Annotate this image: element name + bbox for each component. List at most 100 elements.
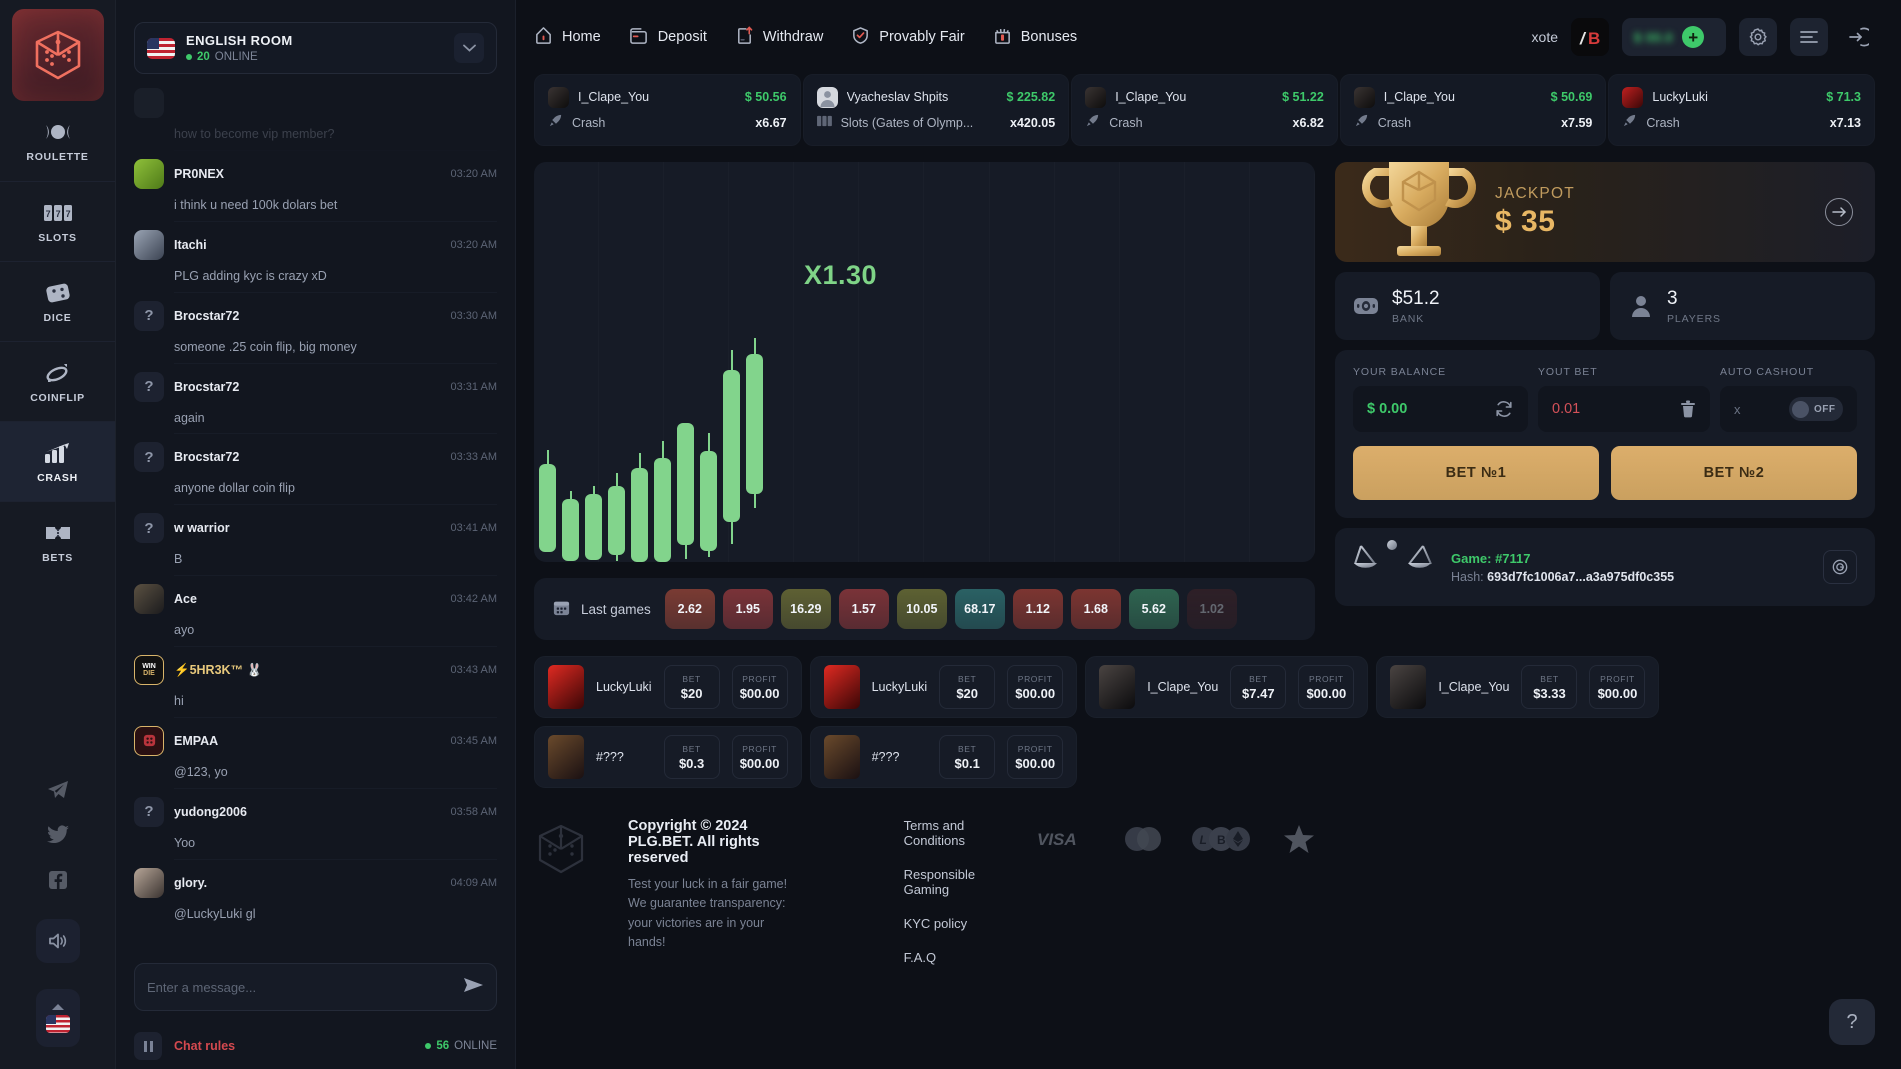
refresh-icon[interactable] bbox=[1494, 399, 1514, 419]
auto-cashout-toggle[interactable]: OFF bbox=[1789, 397, 1843, 421]
brand-logo[interactable] bbox=[11, 9, 104, 101]
us-flag-icon bbox=[45, 1015, 70, 1033]
stat-key: BET bbox=[682, 673, 701, 684]
settings-button[interactable] bbox=[1739, 18, 1777, 56]
ticker-card[interactable]: LuckyLuki $ 71.3 Crash x7.13 bbox=[1608, 74, 1875, 146]
plus-icon[interactable]: + bbox=[1682, 26, 1705, 48]
candle bbox=[654, 162, 671, 562]
chat-message: ? yudong2006 03:58 AM Yoo bbox=[134, 796, 497, 860]
ticker-amount: $ 225.82 bbox=[1006, 90, 1056, 104]
avatar bbox=[134, 229, 164, 260]
sidebar-item-label: COINFLIP bbox=[30, 391, 85, 404]
nav-withdraw[interactable]: Withdraw bbox=[735, 25, 823, 49]
chat-room-header[interactable]: ENGLISH ROOM 20 ONLINE bbox=[134, 22, 497, 74]
nav-home[interactable]: Home bbox=[534, 26, 601, 49]
chat-message-text: someone .25 coin flip, big money bbox=[174, 334, 497, 364]
last-game-chip[interactable]: 5.62 bbox=[1128, 589, 1179, 629]
last-game-chip[interactable]: 68.17 bbox=[954, 589, 1005, 629]
ticker-game: Crash bbox=[1109, 116, 1143, 130]
username[interactable]: xote bbox=[1532, 29, 1558, 45]
sidebar-item-dice[interactable]: DICE bbox=[0, 261, 115, 341]
facebook-icon[interactable] bbox=[46, 868, 70, 897]
sidebar-item-bets[interactable]: BETS bbox=[0, 501, 115, 581]
last-game-chip[interactable]: 1.95 bbox=[722, 589, 773, 629]
menu-button[interactable] bbox=[1790, 18, 1828, 56]
ticker-game-row: Crash x6.82 bbox=[1085, 110, 1324, 136]
telegram-icon[interactable] bbox=[46, 778, 70, 807]
chat-input[interactable] bbox=[147, 979, 462, 995]
logout-button[interactable] bbox=[1841, 20, 1875, 54]
auto-cashout-field[interactable]: x OFF bbox=[1720, 386, 1857, 432]
language-selector[interactable] bbox=[35, 989, 80, 1047]
menu-icon bbox=[1800, 31, 1818, 43]
bet-card[interactable]: #??? BET $0.3 PROFIT $00.00 bbox=[534, 726, 802, 788]
pause-icon[interactable] bbox=[134, 1032, 162, 1060]
footer-link-terms[interactable]: Terms and Conditions bbox=[904, 818, 997, 848]
gift-icon bbox=[993, 26, 1012, 49]
last-game-chip[interactable]: 1.57 bbox=[838, 589, 889, 629]
stat-key: PROFIT bbox=[742, 673, 777, 684]
crash-chart[interactable]: X1.30 bbox=[534, 162, 1315, 562]
toggle-switch[interactable]: OFF bbox=[1789, 397, 1843, 421]
send-icon[interactable] bbox=[462, 975, 484, 1000]
ticker-amount: $ 51.22 bbox=[1282, 90, 1324, 104]
ticker-card[interactable]: I_Clape_You $ 50.56 Crash x6.67 bbox=[534, 74, 801, 146]
avatar[interactable]: / B bbox=[1571, 18, 1609, 56]
candle-body bbox=[585, 494, 602, 560]
avatar bbox=[134, 867, 164, 898]
sidebar-item-slots[interactable]: 777 SLOTS bbox=[0, 181, 115, 261]
trash-icon[interactable] bbox=[1680, 400, 1696, 418]
sound-toggle-button[interactable] bbox=[35, 919, 80, 963]
bet-card[interactable]: I_Clape_You BET $7.47 PROFIT $00.00 bbox=[1085, 656, 1369, 718]
ticker-user-row: I_Clape_You $ 51.22 bbox=[1085, 84, 1324, 110]
footer-link-faq[interactable]: F.A.Q bbox=[904, 950, 997, 965]
verify-icon[interactable] bbox=[1823, 550, 1857, 584]
ticker-card[interactable]: Vyacheslav Shpits $ 225.82 Slots (Gates … bbox=[802, 74, 1070, 146]
candle-body bbox=[700, 451, 717, 551]
sidebar-item-roulette[interactable]: ROULETTE bbox=[0, 101, 115, 181]
rocket-icon bbox=[1085, 113, 1100, 133]
chat-message: WIN DIE ⚡5HR3K™ 🐰 03:43 AM hi bbox=[134, 655, 497, 718]
nav-bonuses[interactable]: Bonuses bbox=[993, 26, 1077, 49]
last-game-chip[interactable]: 16.29 bbox=[780, 589, 831, 629]
hash-value: 693d7fc1006a7...a3a975df0c355 bbox=[1487, 569, 1675, 584]
last-game-chip[interactable]: 10.05 bbox=[896, 589, 947, 629]
bet-amount: BET $0.1 bbox=[939, 735, 996, 779]
ticker-card[interactable]: I_Clape_You $ 50.69 Crash x7.59 bbox=[1339, 74, 1607, 146]
bet-card[interactable]: LuckyLuki BET $20 PROFIT $00.00 bbox=[534, 656, 802, 718]
sidebar-item-label: BETS bbox=[42, 551, 73, 564]
bet-amount-field[interactable]: 0.01 bbox=[1538, 386, 1710, 432]
chat-message-text: how to become vip member? bbox=[174, 121, 497, 151]
sidebar-item-coinflip[interactable]: COINFLIP bbox=[0, 341, 115, 421]
balance-pill[interactable]: $ 00.0 + bbox=[1622, 18, 1726, 56]
rocket-icon bbox=[548, 113, 563, 133]
footer-link-kyc[interactable]: KYC policy bbox=[904, 916, 997, 931]
last-game-chip[interactable]: 1.02 bbox=[1186, 589, 1237, 629]
nav-deposit[interactable]: Deposit bbox=[629, 26, 707, 49]
twitter-icon[interactable] bbox=[46, 823, 70, 852]
bet-card[interactable]: #??? BET $0.1 PROFIT $00.00 bbox=[809, 726, 1078, 788]
help-button[interactable]: ? bbox=[1829, 999, 1875, 1045]
balance-field[interactable]: $ 0.00 bbox=[1353, 386, 1528, 432]
chat-message-user: Brocstar72 bbox=[174, 379, 240, 394]
bet-1-button[interactable]: BET №1 bbox=[1353, 446, 1599, 500]
chat-message-text: again bbox=[174, 405, 497, 435]
last-game-chip[interactable]: 2.62 bbox=[664, 589, 715, 629]
jackpot-banner[interactable]: JACKPOT $ 35 bbox=[1335, 162, 1875, 262]
sidebar-item-crash[interactable]: CRASH bbox=[0, 421, 115, 501]
ticker-card[interactable]: I_Clape_You $ 51.22 Crash x6.82 bbox=[1071, 74, 1338, 146]
chevron-down-icon[interactable] bbox=[454, 33, 484, 63]
chat-rules-link[interactable]: Chat rules bbox=[174, 1039, 235, 1053]
last-game-chip[interactable]: 1.12 bbox=[1012, 589, 1063, 629]
footer-link-responsible-gaming[interactable]: Responsible Gaming bbox=[904, 867, 997, 897]
ticker-multiplier: x6.82 bbox=[1292, 116, 1324, 130]
nav-provably-fair[interactable]: Provably Fair bbox=[851, 26, 965, 49]
slots-icon bbox=[816, 114, 832, 133]
bet-2-button[interactable]: BET №2 bbox=[1611, 446, 1857, 500]
last-game-chip[interactable]: 1.68 bbox=[1070, 589, 1121, 629]
arrow-right-icon[interactable] bbox=[1825, 198, 1853, 226]
bet-card[interactable]: LuckyLuki BET $20 PROFIT $00.00 bbox=[809, 656, 1078, 718]
chat-message-time: 04:09 AM bbox=[450, 876, 497, 889]
chat-input-wrapper[interactable] bbox=[134, 963, 497, 1011]
game-column: X1.30 Last games 2.62 1.95 16.29 1.57 10.05 6… bbox=[534, 162, 1660, 985]
